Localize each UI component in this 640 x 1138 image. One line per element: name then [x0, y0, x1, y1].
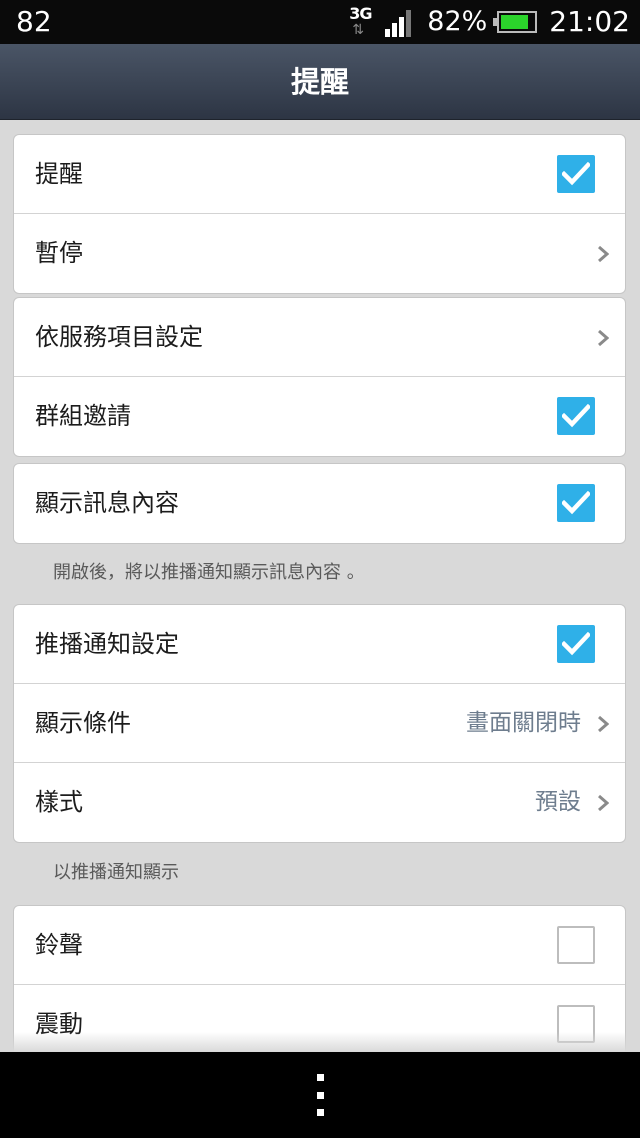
menu-dot-icon: [316, 1109, 324, 1116]
setting-label: 提醒: [35, 160, 83, 188]
chevron-right-icon: [598, 794, 609, 812]
setting-value: 畫面關閉時: [466, 710, 581, 736]
menu-dot-icon: [316, 1091, 324, 1099]
settings-group-1: 提醒 暫停: [13, 134, 626, 294]
setting-notifications[interactable]: 提醒: [14, 135, 625, 214]
setting-label: 群組邀請: [35, 402, 131, 430]
checkmark-icon: [562, 162, 590, 186]
setting-label: 顯示訊息內容: [35, 489, 179, 517]
setting-display-condition[interactable]: 顯示條件 畫面關閉時: [14, 684, 625, 763]
setting-per-service[interactable]: 依服務項目設定: [14, 298, 625, 377]
data-arrows-icon: ⇅: [352, 22, 365, 38]
setting-label: 推播通知設定: [35, 630, 179, 658]
status-icons: 3G ⇅ 82% 21:02: [349, 0, 630, 44]
network-type-label: 3G: [349, 4, 372, 23]
title-bar: 提醒: [0, 44, 640, 120]
setting-label: 依服務項目設定: [35, 323, 203, 351]
settings-group-2: 依服務項目設定 群組邀請: [13, 297, 626, 457]
overflow-menu-button[interactable]: [304, 1074, 336, 1116]
ringtone-checkbox[interactable]: [557, 926, 595, 964]
notification-count: 82: [16, 5, 52, 38]
setting-label: 鈴聲: [35, 931, 83, 959]
clock: 21:02: [549, 5, 630, 38]
chevron-right-icon: [598, 715, 609, 733]
chevron-right-icon: [598, 245, 609, 263]
settings-group-3: 顯示訊息內容: [13, 463, 626, 544]
battery-icon: [493, 11, 538, 33]
checkmark-icon: [562, 404, 590, 428]
signal-strength-icon: [385, 7, 419, 37]
setting-label: 顯示條件: [35, 709, 131, 737]
group-invites-checkbox[interactable]: [557, 397, 595, 435]
checkmark-icon: [562, 632, 590, 656]
show-content-note: 開啟後，將以推播通知顯示訊息內容 。: [53, 562, 365, 583]
setting-label: 樣式: [35, 788, 83, 816]
setting-show-message-content[interactable]: 顯示訊息內容: [14, 464, 625, 543]
scroll-fade: [0, 1032, 640, 1052]
push-notifications-checkbox[interactable]: [557, 625, 595, 663]
menu-dot-icon: [316, 1074, 324, 1081]
chevron-right-icon: [598, 329, 609, 347]
settings-group-4: 推播通知設定 顯示條件 畫面關閉時 樣式 預設: [13, 604, 626, 843]
setting-group-invites[interactable]: 群組邀請: [14, 377, 625, 456]
setting-label: 暫停: [35, 239, 83, 267]
setting-style[interactable]: 樣式 預設: [14, 763, 625, 842]
setting-ringtone[interactable]: 鈴聲: [14, 906, 625, 985]
setting-pause[interactable]: 暫停: [14, 214, 625, 293]
navigation-bar: [0, 1052, 640, 1138]
setting-push-notifications[interactable]: 推播通知設定: [14, 605, 625, 684]
setting-value: 預設: [535, 789, 581, 815]
show-message-content-checkbox[interactable]: [557, 484, 595, 522]
page-title: 提醒: [290, 65, 349, 99]
network-3g-icon: 3G ⇅: [349, 2, 377, 42]
checkmark-icon: [562, 491, 590, 515]
battery-percent: 82%: [427, 6, 488, 37]
notifications-checkbox[interactable]: [557, 155, 595, 193]
status-bar: 82 3G ⇅ 82% 21:02: [0, 0, 640, 44]
push-display-note: 以推播通知顯示: [53, 862, 179, 883]
